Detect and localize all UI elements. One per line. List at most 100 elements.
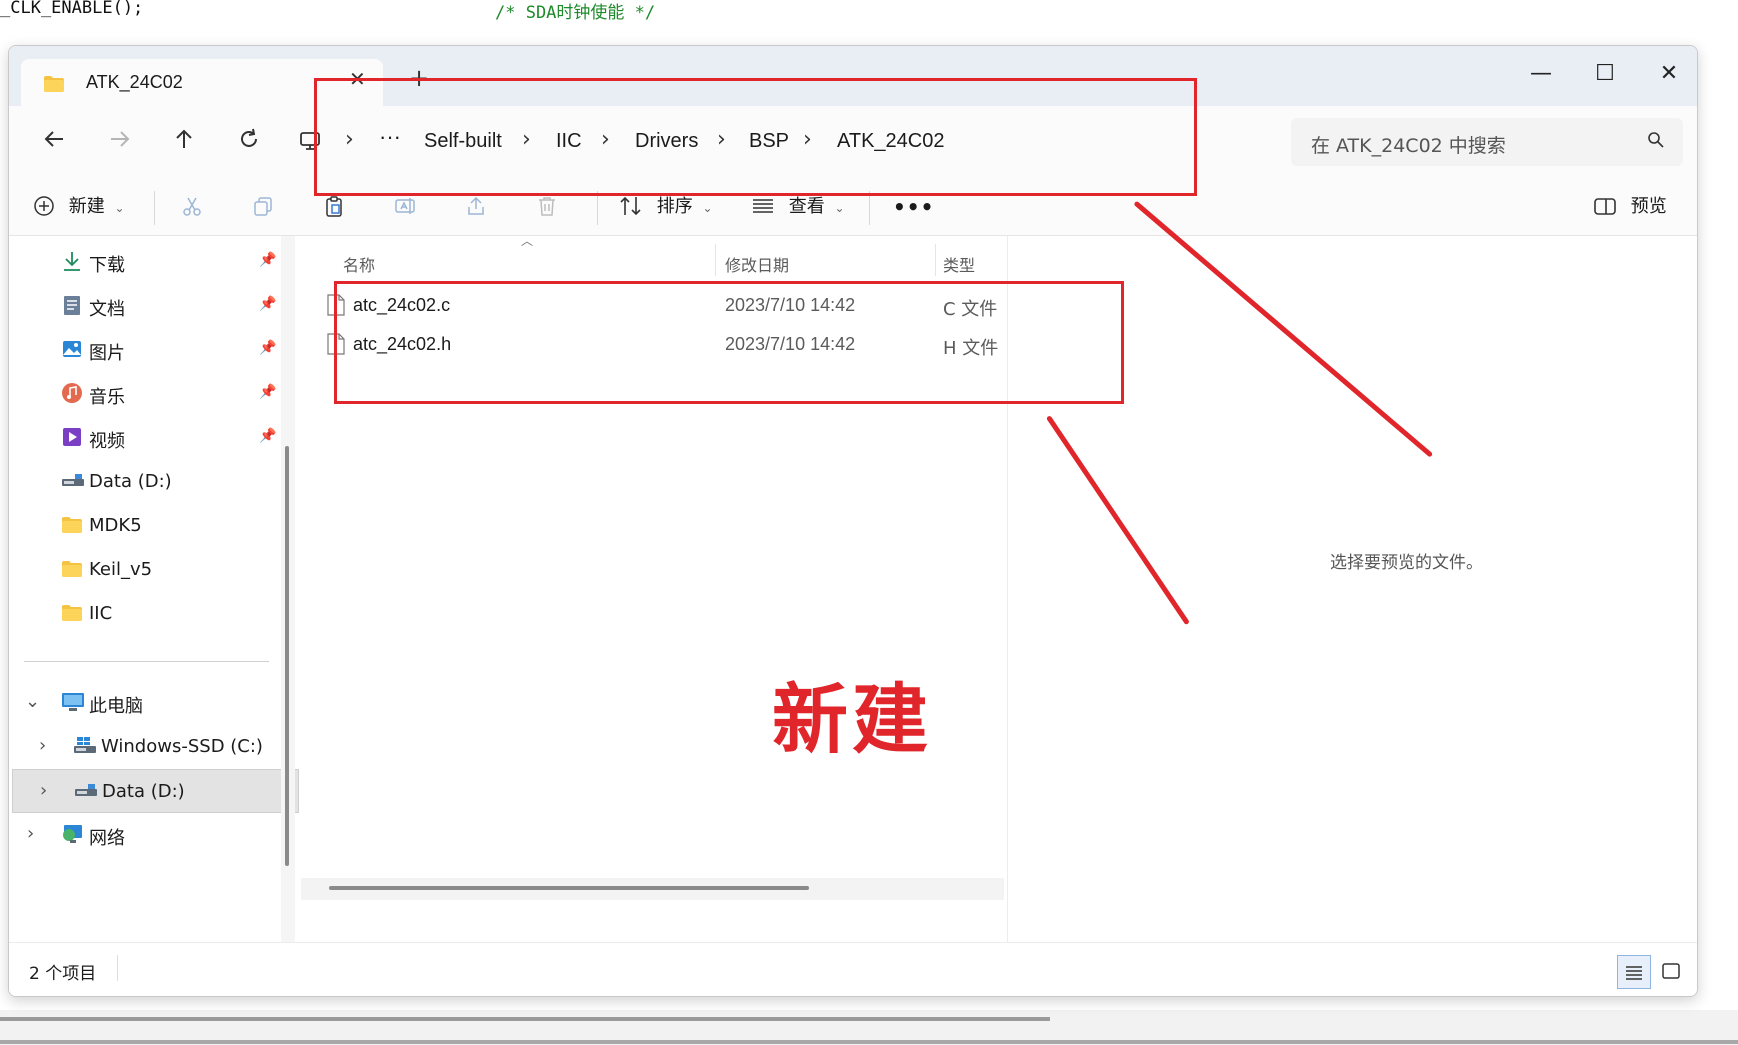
tab-title: ATK_24C02 (86, 72, 183, 92)
sidebar-item-label: 此电脑 (89, 696, 143, 717)
sidebar-item-data-d[interactable]: Data (D:) (9, 460, 299, 504)
back-button[interactable] (29, 120, 79, 164)
pin-icon[interactable]: 📌 (259, 296, 276, 312)
up-button[interactable] (159, 120, 209, 164)
copy-button[interactable] (252, 179, 274, 235)
pin-icon[interactable]: 📌 (259, 252, 276, 268)
status-divider (117, 955, 118, 981)
toolbar-divider (869, 191, 870, 225)
document-icon (61, 294, 85, 318)
computer-icon (61, 691, 85, 715)
folder-icon (61, 514, 85, 538)
background-scrollbar (0, 1017, 1050, 1021)
drive-icon (74, 780, 98, 804)
column-header-type[interactable]: 类型 (943, 252, 975, 276)
annotation-box-files (334, 281, 1124, 404)
file-list-horizontal-scrollbar[interactable] (301, 878, 1004, 900)
rename-icon (395, 198, 415, 214)
share-icon (468, 196, 484, 215)
column-header-name[interactable]: 名称 (343, 252, 375, 276)
arrow-right-icon (111, 131, 130, 147)
refresh-button[interactable] (224, 120, 274, 164)
sidebar-item-music[interactable]: 音乐 📌 (9, 372, 299, 416)
details-view-button[interactable] (1617, 955, 1651, 989)
toolbar-divider (154, 191, 155, 225)
details-view-icon (1626, 966, 1642, 980)
sidebar-item-data-d-pc[interactable]: › Data (D:) (12, 769, 299, 813)
cut-button[interactable] (181, 179, 203, 235)
maximize-button[interactable]: ☐ (1573, 54, 1637, 94)
new-button[interactable]: 新建 ⌄ (33, 179, 125, 235)
sidebar-item-label: Data (D:) (102, 781, 185, 802)
sidebar-item-windows-ssd[interactable]: › Windows-SSD (C:) (9, 725, 299, 769)
pin-icon[interactable]: 📌 (259, 428, 276, 444)
item-count: 2 个项目 (29, 964, 97, 984)
column-header-date[interactable]: 修改日期 (725, 252, 789, 276)
trash-icon (539, 197, 555, 216)
forward-button[interactable] (95, 120, 145, 164)
video-icon (61, 426, 85, 450)
code-line: _CLK_ENABLE(); (0, 0, 144, 18)
status-bar: 2 个项目 (9, 942, 1697, 996)
sidebar-item-this-pc[interactable]: ⌄ 此电脑 (9, 681, 299, 725)
sidebar-item-network[interactable]: › 网络 (9, 813, 299, 857)
folder-icon (61, 602, 85, 626)
column-separator[interactable] (715, 244, 716, 276)
sidebar-item-label: 文档 (89, 299, 125, 320)
chevron-right-icon[interactable]: › (27, 823, 34, 844)
sidebar-item-label: 网络 (89, 828, 125, 849)
sidebar-item-videos[interactable]: 视频 📌 (9, 416, 299, 460)
list-view-icon (753, 199, 773, 213)
pin-icon[interactable]: 📌 (259, 384, 276, 400)
search-input[interactable]: 在 ATK_24C02 中搜索 (1291, 118, 1683, 166)
sidebar-item-downloads[interactable]: 下载 📌 (9, 240, 299, 284)
sidebar-scrollbar[interactable] (281, 236, 295, 942)
annotation-box-address (314, 78, 1197, 196)
sidebar-item-pictures[interactable]: 图片 📌 (9, 328, 299, 372)
chevron-down-icon: ⌄ (834, 201, 845, 215)
chevron-down-icon: ⌄ (702, 201, 713, 215)
background-divider (0, 1040, 1738, 1044)
sidebar-item-documents[interactable]: 文档 📌 (9, 284, 299, 328)
plus-circle-icon (34, 196, 54, 216)
sidebar-item-label: 视频 (89, 431, 125, 452)
sidebar-item-label: 图片 (89, 343, 125, 364)
navigation-pane: 下载 📌 文档 📌 图片 📌 音乐 📌 视频 📌 Data (D:) MDK5 … (9, 236, 299, 942)
search-placeholder: 在 ATK_24C02 中搜索 (1311, 135, 1506, 157)
chevron-right-icon[interactable]: › (39, 735, 46, 756)
annotation-label: 新建 (772, 675, 932, 764)
preview-pane-button[interactable]: 预览 (1593, 179, 1667, 235)
sidebar-item-label: 音乐 (89, 387, 125, 408)
scissors-icon (183, 197, 201, 216)
sidebar-item-label: 下载 (89, 255, 125, 276)
new-label: 新建 (68, 196, 105, 217)
sidebar-item-iic[interactable]: IIC (9, 592, 299, 636)
music-icon (61, 382, 85, 406)
search-icon[interactable] (1647, 131, 1665, 153)
pin-icon[interactable]: 📌 (259, 340, 276, 356)
copy-icon (254, 197, 272, 216)
close-button[interactable]: ✕ (1637, 54, 1697, 94)
sidebar-item-label: MDK5 (89, 515, 142, 536)
scrollbar-thumb[interactable] (285, 446, 289, 866)
tiles-view-button[interactable] (1655, 955, 1689, 989)
column-separator[interactable] (935, 244, 936, 276)
network-icon (61, 823, 85, 847)
sort-ascending-icon: ︿ (521, 234, 534, 248)
chevron-down-icon[interactable]: ⌄ (25, 691, 40, 712)
arrow-left-icon (44, 131, 63, 147)
download-icon (61, 250, 85, 274)
view-label: 查看 (788, 196, 825, 217)
sort-label: 排序 (656, 196, 693, 217)
folder-icon (61, 558, 85, 582)
tiles-view-icon (1662, 963, 1680, 979)
sidebar-item-label: Windows-SSD (C:) (101, 736, 263, 757)
sidebar-item-mdk5[interactable]: MDK5 (9, 504, 299, 548)
sidebar-item-keil-v5[interactable]: Keil_v5 (9, 548, 299, 592)
sidebar-item-label: IIC (89, 603, 113, 624)
chevron-right-icon[interactable]: › (40, 780, 47, 801)
minimize-button[interactable]: — (1509, 54, 1573, 94)
scrollbar-thumb[interactable] (329, 886, 809, 890)
chevron-down-icon: ⌄ (114, 201, 125, 215)
preview-label: 预览 (1630, 196, 1667, 217)
